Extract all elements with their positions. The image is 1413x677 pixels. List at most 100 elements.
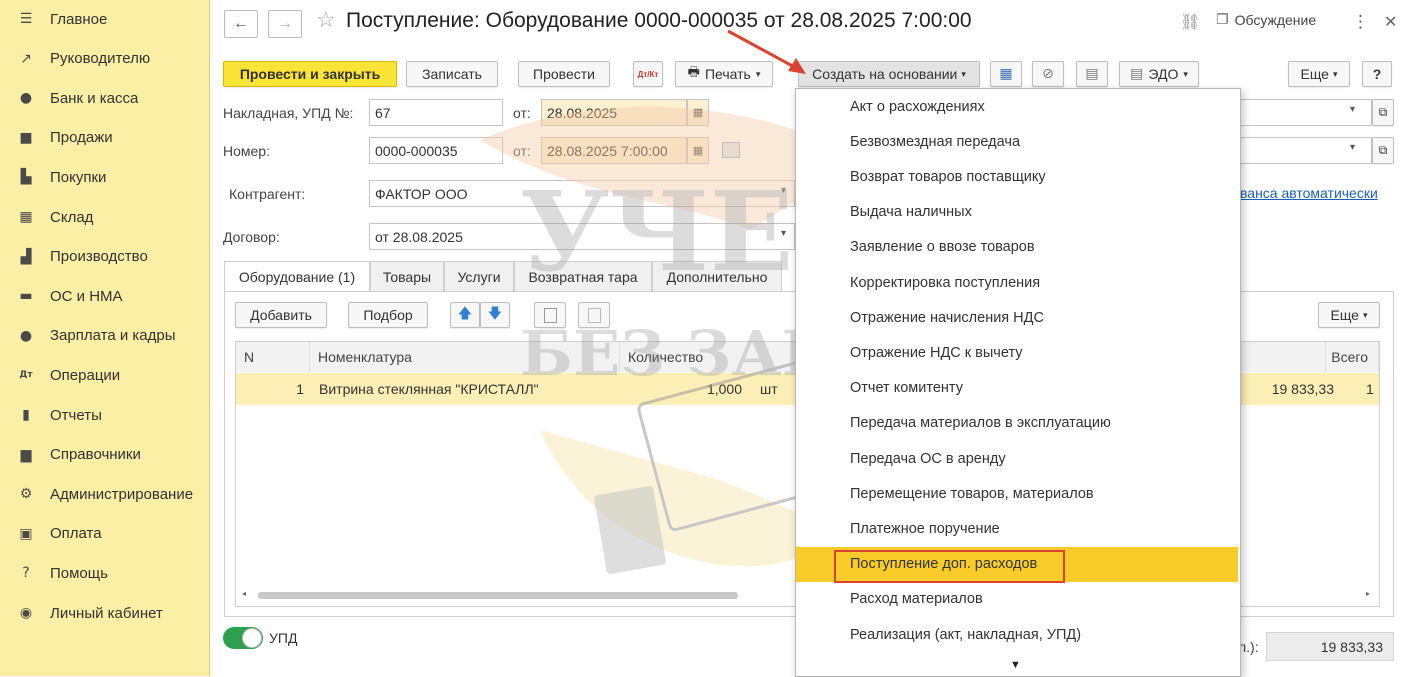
menu-item[interactable]: Отражение НДС к вычету xyxy=(796,335,1238,370)
sidebar-item[interactable]: ↗ Руководителю xyxy=(0,40,209,78)
column-header-n[interactable]: N xyxy=(236,342,310,372)
menu-item[interactable]: Возврат товаров поставщику xyxy=(796,159,1238,194)
table-more-button[interactable]: Еще ▾ xyxy=(1318,302,1380,328)
menu-item[interactable]: Отчет комитенту xyxy=(796,371,1238,406)
menu-item[interactable]: Отражение начисления НДС xyxy=(796,300,1238,335)
tab-services[interactable]: Услуги xyxy=(444,261,514,291)
invoice-number-field[interactable]: 67 xyxy=(369,99,503,126)
upd-toggle[interactable] xyxy=(223,627,263,649)
menu-item[interactable]: Безвозмездная передача xyxy=(796,124,1238,159)
tab-returnable-packaging[interactable]: Возвратная тара xyxy=(514,261,652,291)
scroll-down-icon[interactable]: ▼ xyxy=(1010,659,1021,671)
attach-button[interactable]: ⊘ xyxy=(1032,61,1064,87)
arrow-up-icon: 🡅 xyxy=(457,306,473,322)
dt-kt-button[interactable]: Дт/Кт xyxy=(633,61,663,87)
sidebar-item[interactable]: Дт Операции xyxy=(0,356,209,394)
tab-equipment[interactable]: Оборудование (1) xyxy=(224,261,370,292)
add-row-button[interactable]: Добавить xyxy=(235,302,327,328)
sidebar-item[interactable]: ▙ Покупки xyxy=(0,158,209,196)
forward-button[interactable]: → xyxy=(268,10,302,38)
sidebar-item[interactable]: ▆ Справочники xyxy=(0,436,209,474)
document-date-field[interactable]: 28.08.2025 7:00:00 xyxy=(541,137,687,164)
edo-button[interactable]: ▤ ЭДО ▾ xyxy=(1119,61,1199,87)
more-button[interactable]: Еще ▾ xyxy=(1288,61,1350,87)
open-icon[interactable]: ⧉ xyxy=(1372,99,1394,126)
contract-field[interactable]: от 28.08.2025 xyxy=(369,223,795,250)
sidebar-item[interactable]: ■ Продажи xyxy=(0,119,209,157)
row-quantity[interactable]: 1,000 xyxy=(622,373,742,405)
menu-item[interactable]: Реализация (акт, накладная, УПД) xyxy=(796,617,1238,652)
document-number-field[interactable]: 0000-000035 xyxy=(369,137,503,164)
invoice-number-label: Накладная, УПД №: xyxy=(223,105,354,121)
counterparty-field[interactable]: ФАКТОР ООО xyxy=(369,180,795,207)
post-button[interactable]: Провести xyxy=(518,61,610,87)
scroll-right-icon[interactable]: ▸ xyxy=(1366,589,1370,598)
back-button[interactable]: ← xyxy=(224,10,258,38)
sidebar-item-label: Главное xyxy=(50,10,108,28)
create-based-on-button[interactable]: Создать на основании ▾ xyxy=(798,61,980,87)
pick-button[interactable]: Подбор xyxy=(348,302,428,328)
save-button[interactable]: Записать xyxy=(406,61,498,87)
chevron-down-icon: ▾ xyxy=(1332,68,1338,79)
tab-additional[interactable]: Дополнительно xyxy=(652,261,782,291)
menu-item[interactable]: Корректировка поступления xyxy=(796,265,1238,300)
calendar-icon[interactable]: ▦ xyxy=(687,137,709,164)
discussion-button[interactable]: ❐ Обсуждение xyxy=(1216,12,1316,28)
scroll-left-icon[interactable]: ◂ xyxy=(242,589,246,598)
close-icon[interactable]: ✕ xyxy=(1384,12,1397,31)
move-down-button[interactable]: 🡇 xyxy=(480,302,510,328)
column-header-quantity[interactable]: Количество xyxy=(620,342,796,372)
favorite-star-icon[interactable]: ☆ xyxy=(316,8,336,33)
sidebar-item[interactable]: ▣ Оплата xyxy=(0,515,209,553)
counterparty-dropdown-icon[interactable]: ▾ xyxy=(781,185,786,196)
sidebar-item[interactable]: ▮ Отчеты xyxy=(0,396,209,434)
sidebar-item-label: Справочники xyxy=(50,446,141,464)
right-field-2-dropdown-icon[interactable]: ▾ xyxy=(1350,142,1355,153)
column-header-total[interactable]: Всего xyxy=(1326,342,1379,372)
sidebar-item[interactable]: ● Банк и касса xyxy=(0,79,209,117)
row-total[interactable]: 1 xyxy=(1366,373,1376,405)
number-label: Номер: xyxy=(223,143,270,159)
sidebar-item[interactable]: ▟ Производство xyxy=(0,238,209,276)
menu-item[interactable]: Расход материалов xyxy=(796,582,1238,617)
calendar-icon[interactable]: ▦ xyxy=(687,99,709,126)
help-button[interactable]: ? xyxy=(1362,61,1392,87)
sidebar-item[interactable]: ☰ Главное xyxy=(0,0,209,38)
menu-item[interactable]: Платежное поручение xyxy=(796,511,1238,546)
menu-item[interactable]: Акт о расхождениях xyxy=(796,89,1238,124)
move-up-button[interactable]: 🡅 xyxy=(450,302,480,328)
column-header-item[interactable]: Номенклатура xyxy=(310,342,620,372)
advance-auto-link[interactable]: ванса автоматически xyxy=(1240,185,1378,201)
row-unit[interactable]: шт xyxy=(760,373,790,405)
link-icon[interactable]: ⛓ xyxy=(1180,12,1200,31)
contract-label: Договор: xyxy=(223,229,280,245)
tab-goods[interactable]: Товары xyxy=(370,261,444,291)
horizontal-scrollbar[interactable] xyxy=(258,592,738,599)
report-button[interactable]: ▤ xyxy=(1076,61,1108,87)
row-item[interactable]: Витрина стеклянная "КРИСТАЛЛ" xyxy=(319,373,619,405)
chevron-down-icon: ▾ xyxy=(1183,68,1188,79)
sidebar-item[interactable]: ● Зарплата и кадры xyxy=(0,317,209,355)
total-label: л.): xyxy=(1238,639,1259,655)
copy-button[interactable] xyxy=(534,302,566,328)
sidebar-item[interactable]: ⚙ Администрирование xyxy=(0,475,209,513)
sidebar-item[interactable]: ▦ Склад xyxy=(0,198,209,236)
menu-item[interactable]: Передача материалов в эксплуатацию xyxy=(796,406,1238,441)
open-icon[interactable]: ⧉ xyxy=(1372,137,1394,164)
structure-button[interactable]: ▦ xyxy=(990,61,1022,87)
right-field-1-dropdown-icon[interactable]: ▾ xyxy=(1350,104,1355,115)
sidebar-item[interactable]: ◉ Личный кабинет xyxy=(0,594,209,632)
invoice-date-field[interactable]: 28.08.2025 xyxy=(541,99,687,126)
post-and-close-button[interactable]: Провести и закрыть xyxy=(223,61,397,87)
sidebar-item[interactable]: ▬ ОС и НМА xyxy=(0,277,209,315)
contract-dropdown-icon[interactable]: ▾ xyxy=(781,228,786,239)
row-sum[interactable]: 19 833,33 xyxy=(1226,373,1334,405)
sidebar-item-label: Операции xyxy=(50,366,121,384)
menu-item[interactable]: Перемещение товаров, материалов xyxy=(796,476,1238,511)
sidebar-item[interactable]: ? Помощь xyxy=(0,554,209,592)
menu-item[interactable]: Заявление о ввозе товаров xyxy=(796,230,1238,265)
paste-button[interactable] xyxy=(578,302,610,328)
more-actions-icon[interactable]: ⋮ xyxy=(1352,12,1369,32)
menu-item[interactable]: Передача ОС в аренду xyxy=(796,441,1238,476)
menu-item[interactable]: Выдача наличных xyxy=(796,195,1238,230)
